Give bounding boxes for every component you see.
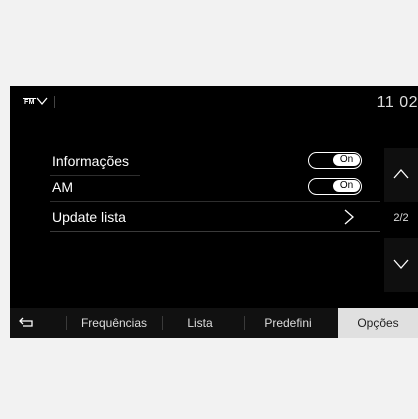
tab-opcoes[interactable]: Opções — [338, 308, 418, 338]
chevron-right-icon[interactable] — [342, 209, 356, 230]
tab-predefini[interactable]: Predefini — [246, 308, 330, 338]
chevron-up-icon — [393, 169, 409, 179]
option-row-am[interactable]: AM On — [50, 174, 380, 202]
toggle-state: On — [333, 154, 360, 166]
back-arrow-icon — [19, 317, 33, 327]
scroll-down-button[interactable] — [384, 238, 418, 292]
toggle-state: On — [333, 180, 360, 192]
am-toggle[interactable]: On — [308, 178, 362, 195]
informacoes-toggle[interactable]: On — [308, 152, 362, 169]
option-label: AM — [52, 179, 73, 195]
status-divider — [54, 96, 55, 108]
scroll-column: 2/2 — [384, 148, 418, 293]
option-label: Informações — [52, 153, 130, 169]
clock: 11 02 — [376, 94, 418, 111]
tab-lista[interactable]: Lista — [164, 308, 236, 338]
radio-screen: FM 11 02 Informações On AM On Update lis… — [10, 86, 418, 338]
option-row-informacoes[interactable]: Informações On — [50, 148, 380, 176]
tab-divider — [244, 316, 245, 330]
option-row-update-lista[interactable]: Update lista — [50, 204, 380, 232]
back-button[interactable] — [10, 308, 58, 338]
option-label: Update lista — [52, 209, 126, 225]
scroll-up-button[interactable] — [384, 148, 418, 202]
row-divider — [50, 201, 380, 202]
row-divider — [50, 231, 380, 232]
tab-divider — [162, 316, 163, 330]
chevron-down-icon[interactable] — [36, 94, 48, 112]
fm-source-badge[interactable]: FM — [23, 98, 36, 107]
tab-divider — [66, 316, 67, 330]
bottom-tab-bar: Frequências Lista Predefini Opções — [10, 308, 418, 338]
status-bar: FM 11 02 — [10, 86, 418, 120]
chevron-down-icon — [393, 259, 409, 269]
page-indicator: 2/2 — [393, 212, 409, 224]
tab-frequencias[interactable]: Frequências — [68, 308, 160, 338]
